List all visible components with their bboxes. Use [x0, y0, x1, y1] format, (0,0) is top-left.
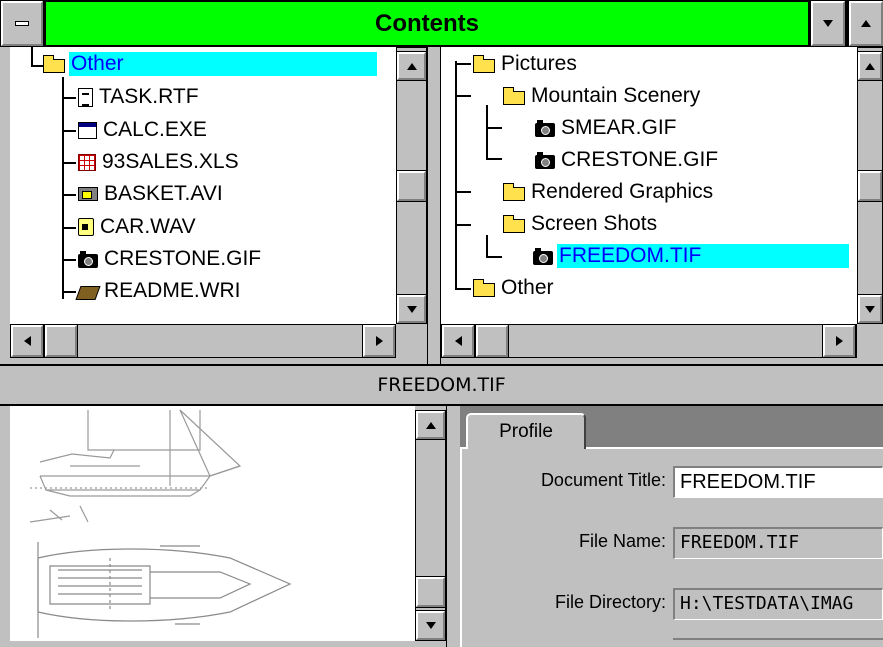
left-scroll-up-button[interactable]: [396, 51, 427, 81]
tree-item-pictures[interactable]: Pictures: [473, 49, 579, 79]
tree-item-other-right[interactable]: Other: [473, 273, 556, 303]
folder-open-icon: [43, 55, 65, 73]
folder-icon: [503, 183, 525, 201]
tree-item-label: CRESTONE.GIF: [104, 247, 262, 270]
tree-item-label: Screen Shots: [531, 212, 658, 235]
file-directory-label: File Directory:: [554, 592, 666, 612]
left-vscroll-thumb[interactable]: [396, 170, 427, 202]
file-name-label: File Name:: [578, 531, 666, 551]
arrow-left-icon: [454, 336, 462, 346]
file-name-field: FREEDOM.TIF: [673, 527, 883, 559]
left-scroll-down-button[interactable]: [396, 294, 427, 324]
title-bar-caption: Contents: [46, 2, 808, 45]
folder-open-icon: [503, 87, 525, 105]
minimize-icon: [823, 20, 833, 27]
sound-icon: [78, 218, 94, 236]
tree-item-label: Pictures: [501, 52, 577, 75]
spreadsheet-icon: [78, 153, 96, 171]
tree-item-label: CRESTONE.GIF: [561, 148, 719, 171]
tree-item-label: TASK.RTF: [99, 85, 199, 108]
tree-item-label: BASKET.AVI: [104, 182, 223, 205]
tree-item-label: 93SALES.XLS: [102, 150, 239, 173]
left-scroll-right-button[interactable]: [362, 324, 396, 358]
tree-item-readme-wri[interactable]: README.WRI: [75, 276, 243, 306]
tree-item-rendered-graphics[interactable]: Rendered Graphics: [503, 177, 715, 207]
tree-item-task-rtf[interactable]: TASK.RTF: [78, 82, 201, 112]
left-scroll-left-button[interactable]: [10, 324, 44, 358]
right-scroll-up-button[interactable]: [857, 51, 883, 81]
preview-splitter[interactable]: [446, 406, 460, 647]
tree-item-label: Other: [501, 276, 554, 299]
window-title: Contents: [375, 9, 479, 37]
folder-icon: [473, 279, 495, 297]
arrow-down-icon: [406, 305, 417, 313]
preview-scroll-down-button[interactable]: [415, 610, 446, 641]
tree-item-mountain-scenery[interactable]: Mountain Scenery: [503, 81, 702, 111]
tree-item-crestone-gif[interactable]: CRESTONE.GIF: [535, 145, 720, 175]
arrow-up-icon: [425, 421, 436, 429]
tree-item-93sales-xls[interactable]: 93SALES.XLS: [78, 147, 241, 177]
arrow-down-icon: [865, 305, 875, 313]
minimize-button[interactable]: [810, 0, 846, 47]
application-icon: [78, 121, 97, 139]
camera-icon: [533, 247, 553, 265]
image-preview-pane: [10, 406, 415, 641]
tree-item-basket-avi[interactable]: BASKET.AVI: [78, 179, 225, 209]
tab-profile-label: Profile: [499, 421, 553, 442]
tree-item-label: FREEDOM.TIF: [557, 244, 849, 268]
tree-item-label: README.WRI: [104, 279, 241, 302]
tree-item-label: CALC.EXE: [103, 118, 207, 141]
camera-icon: [535, 119, 555, 137]
tree-item-other[interactable]: Other: [43, 49, 377, 79]
maximize-button[interactable]: [848, 0, 883, 47]
camera-icon: [535, 151, 555, 169]
left-hscroll-thumb[interactable]: [44, 324, 78, 358]
document-title-field[interactable]: FREEDOM.TIF: [673, 466, 883, 498]
tree-item-label: CAR.WAV: [100, 215, 196, 238]
video-icon: [78, 187, 98, 201]
folder-open-icon: [503, 215, 525, 233]
camera-icon: [78, 250, 98, 268]
arrow-up-icon: [406, 62, 417, 70]
tree-item-screen-shots[interactable]: Screen Shots: [503, 209, 659, 239]
preview-title: FREEDOM.TIF: [377, 374, 506, 396]
title-bar: Contents: [0, 0, 883, 47]
right-hscroll-thumb[interactable]: [475, 324, 509, 358]
system-menu-button[interactable]: [0, 0, 44, 47]
tree-item-calc-exe[interactable]: CALC.EXE: [78, 115, 209, 145]
right-scroll-left-button[interactable]: [441, 324, 475, 358]
system-menu-icon: [15, 21, 29, 26]
document-title-label: Document Title:: [540, 470, 666, 490]
vertical-splitter[interactable]: [427, 47, 441, 364]
document-icon: [78, 87, 93, 107]
arrow-left-icon: [23, 336, 31, 346]
arrow-right-icon: [375, 336, 383, 346]
right-scroll-down-button[interactable]: [857, 294, 883, 324]
right-tree-pane[interactable]: Pictures Mountain Scenery SMEAR.GIF CRES…: [441, 47, 857, 324]
tree-item-smear-gif[interactable]: SMEAR.GIF: [535, 113, 679, 143]
folder-open-icon: [473, 55, 495, 73]
arrow-up-icon: [865, 62, 875, 70]
right-vscroll-thumb[interactable]: [857, 170, 883, 202]
left-tree-pane[interactable]: Other TASK.RTF CALC.EXE 93SALES.XLS BASK…: [10, 47, 396, 324]
tree-item-label: Rendered Graphics: [531, 180, 714, 203]
tree-item-label: SMEAR.GIF: [561, 116, 677, 139]
arrow-right-icon: [835, 336, 843, 346]
book-icon: [75, 285, 101, 300]
tree-item-label: Mountain Scenery: [531, 84, 701, 107]
tree-item-freedom-tif[interactable]: FREEDOM.TIF: [533, 241, 849, 271]
maximize-icon: [861, 20, 871, 27]
sailboat-drawing: [29, 409, 292, 638]
preview-vscroll-thumb[interactable]: [415, 576, 446, 608]
arrow-down-icon: [425, 622, 436, 629]
right-scroll-right-button[interactable]: [822, 324, 856, 358]
file-directory-field: H:\TESTDATA\IMAG: [673, 588, 883, 620]
preview-scroll-up-button[interactable]: [415, 410, 446, 440]
tree-item-label: Other: [69, 52, 377, 76]
preview-title-bar: FREEDOM.TIF: [0, 364, 883, 406]
tab-profile[interactable]: Profile: [466, 413, 586, 449]
tree-item-crestone-gif[interactable]: CRESTONE.GIF: [78, 244, 263, 274]
panel-divider: [673, 638, 883, 640]
tree-item-car-wav[interactable]: CAR.WAV: [78, 212, 198, 242]
